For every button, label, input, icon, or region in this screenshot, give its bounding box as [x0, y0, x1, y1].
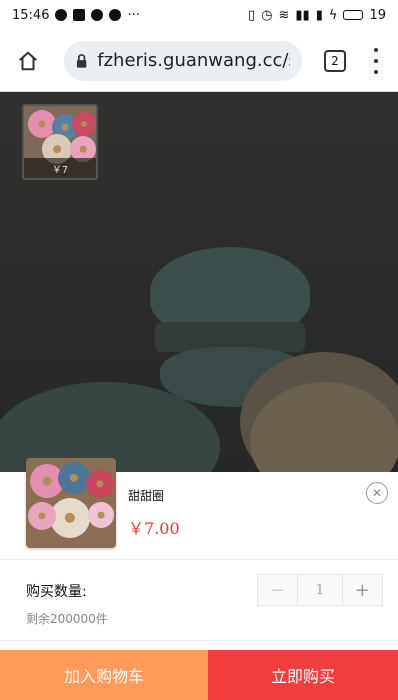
- close-sheet-button[interactable]: ✕: [366, 482, 388, 504]
- overflow-menu-button[interactable]: [368, 47, 384, 74]
- lock-icon: [76, 53, 87, 68]
- status-right: ▯ ◷ ≋ ▮▮ ▮ ϟ 19: [248, 8, 386, 23]
- close-icon: ✕: [371, 486, 383, 500]
- action-bar: 加入购物车 立即购买: [0, 650, 398, 700]
- quantity-label: 购买数量:: [26, 584, 87, 600]
- donut-image: [28, 502, 56, 530]
- buy-now-button[interactable]: 立即购买: [208, 650, 398, 700]
- menu-dot-icon: [374, 58, 378, 63]
- product-thumbnail: [26, 458, 116, 548]
- divider: [0, 559, 398, 560]
- home-button[interactable]: [12, 45, 44, 77]
- signal-2-icon: ▮: [315, 7, 323, 23]
- browser-toolbar: fzheris.guanwang.cc/sl 2: [0, 30, 398, 92]
- status-left: 15:46 ···: [12, 8, 140, 23]
- signal-icon: ▮▮: [295, 7, 310, 23]
- wifi-icon: ≋: [278, 7, 290, 23]
- gallery-thumbnail[interactable]: ￥7: [22, 104, 98, 180]
- donut-image: [86, 470, 114, 498]
- vibrate-icon: ▯: [248, 7, 256, 23]
- donut-image: [72, 112, 96, 136]
- url-bar[interactable]: fzheris.guanwang.cc/sl: [64, 40, 302, 81]
- quantity-stepper: − 1 +: [257, 574, 383, 606]
- thumbnail-price: ￥7: [24, 158, 96, 178]
- menu-dot-icon: [374, 47, 378, 52]
- increase-quantity-button[interactable]: +: [343, 575, 382, 605]
- donut-image: [88, 502, 114, 528]
- charging-icon: ϟ: [328, 7, 338, 23]
- message-icon: [73, 9, 86, 21]
- product-price: ￥7.00: [128, 519, 180, 538]
- battery-level: 19: [369, 7, 386, 23]
- donut-image: [50, 498, 90, 538]
- stock-remaining: 剩余200000件: [26, 612, 108, 626]
- tab-switcher-button[interactable]: 2: [324, 49, 346, 72]
- menu-dot-icon: [374, 69, 378, 74]
- decrease-quantity-button[interactable]: −: [258, 575, 297, 605]
- battery-icon: [343, 10, 364, 20]
- donut-image: [58, 462, 90, 494]
- home-icon: [19, 51, 37, 70]
- add-to-cart-button[interactable]: 加入购物车: [0, 650, 208, 700]
- alarm-icon: ◷: [261, 7, 273, 23]
- shield-icon: [91, 9, 104, 21]
- status-bar: 15:46 ··· ▯ ◷ ≋ ▮▮ ▮ ϟ 19: [0, 0, 398, 30]
- product-name: 甜甜圈: [128, 489, 165, 503]
- app-notification-icon: [55, 9, 68, 21]
- divider: [0, 640, 398, 641]
- quantity-input[interactable]: 1: [297, 575, 343, 605]
- chat-icon: [109, 9, 122, 21]
- url-text: fzheris.guanwang.cc/sl: [97, 50, 290, 71]
- status-time: 15:46: [12, 7, 50, 23]
- more-notifications-icon: ···: [127, 7, 140, 23]
